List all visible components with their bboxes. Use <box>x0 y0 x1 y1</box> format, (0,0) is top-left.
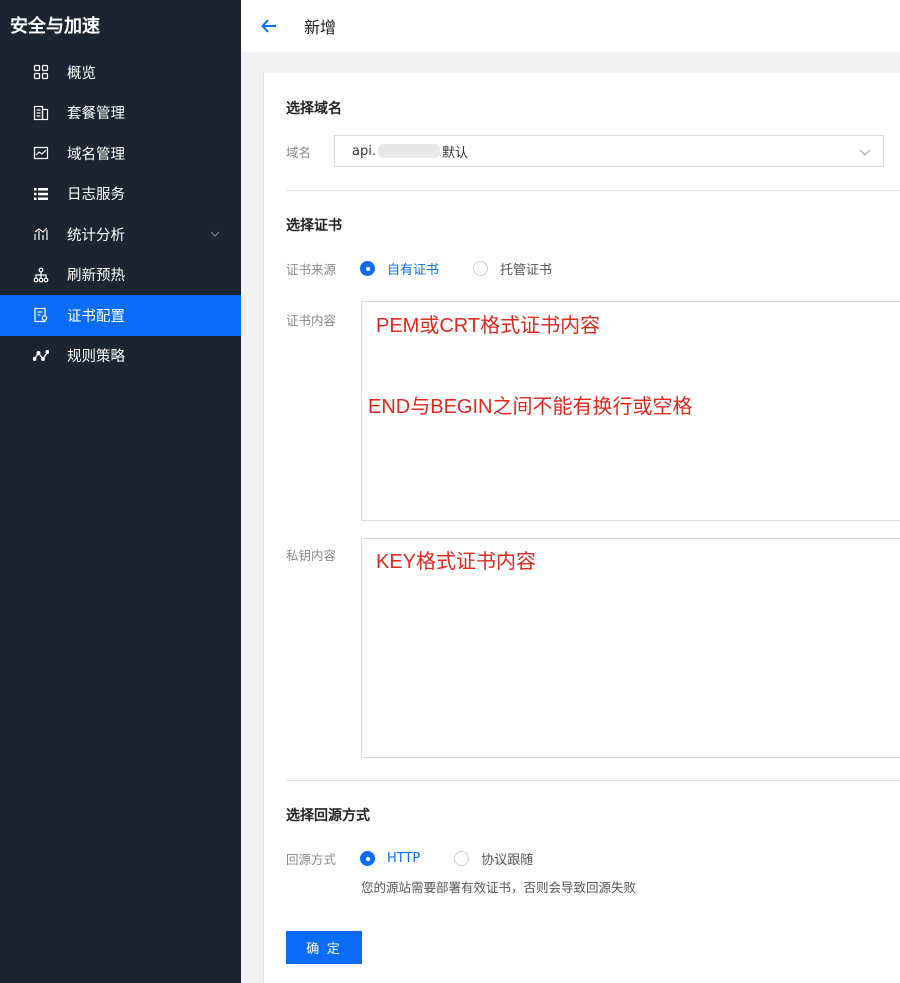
radio-label: 托管证书 <box>500 263 553 278</box>
chart-icon <box>32 225 50 243</box>
redacted-domain <box>377 144 440 158</box>
sidebar-item-label: 证书配置 <box>67 308 125 325</box>
sidebar-nav: 概览 套餐管理 域名管理 日志服务 统计分析 刷新预热 证书配置 规则策略 <box>0 52 241 376</box>
form-card: 选择域名 域名 api. 默认 选择证书 证书来源 自有证书 托管证书 证书内容… <box>263 73 900 983</box>
sidebar-item-logs[interactable]: 日志服务 <box>0 174 241 215</box>
divider <box>286 780 900 781</box>
sidebar-item-label: 套餐管理 <box>67 106 125 123</box>
sidebar-item-overview[interactable]: 概览 <box>0 52 241 93</box>
domain-select[interactable]: api. 默认 <box>334 135 884 167</box>
grid-icon <box>32 63 50 81</box>
radio-http[interactable]: HTTP <box>360 851 420 866</box>
confirm-button[interactable]: 确 定 <box>286 931 362 964</box>
radio-dot <box>360 851 375 866</box>
origin-hint: 您的源站需要部署有效证书，否则会导致回源失败 <box>361 880 637 895</box>
domain-section-title: 选择域名 <box>286 101 342 117</box>
domain-label: 域名 <box>286 145 312 160</box>
cert-source-label: 证书来源 <box>286 262 337 277</box>
sidebar-item-label: 统计分析 <box>67 227 125 244</box>
back-arrow-icon[interactable] <box>260 17 278 35</box>
hierarchy-icon <box>32 266 50 284</box>
key-content-label: 私钥内容 <box>286 548 337 563</box>
chevron-down-icon <box>859 149 871 156</box>
sidebar-item-label: 概览 <box>67 65 96 82</box>
list-icon <box>32 185 50 203</box>
sidebar: 安全与加速 概览 套餐管理 域名管理 日志服务 统计分析 刷新预热 证书配置 规… <box>0 0 241 983</box>
cert-format-annotation: END与BEGIN之间不能有换行或空格 <box>368 396 693 418</box>
cert-content-annotation: PEM或CRT格式证书内容 <box>376 315 601 337</box>
radio-label: 协议跟随 <box>481 853 534 868</box>
key-content-annotation: KEY格式证书内容 <box>376 551 537 573</box>
domain-icon <box>32 144 50 162</box>
origin-section-title: 选择回源方式 <box>286 808 370 824</box>
domain-select-prefix: api. <box>352 143 376 159</box>
sidebar-item-rules[interactable]: 规则策略 <box>0 336 241 377</box>
sidebar-item-label: 日志服务 <box>67 187 125 204</box>
cert-section-title: 选择证书 <box>286 218 342 234</box>
radio-protocol-follow[interactable]: 协议跟随 <box>454 849 533 868</box>
sidebar-item-packages[interactable]: 套餐管理 <box>0 93 241 134</box>
top-bar: 新增 <box>241 0 900 52</box>
certificate-icon <box>32 306 50 324</box>
radio-dot <box>473 261 489 276</box>
sidebar-item-refresh[interactable]: 刷新预热 <box>0 255 241 296</box>
sidebar-item-label: 规则策略 <box>67 349 125 366</box>
sidebar-item-label: 域名管理 <box>67 146 125 163</box>
radio-own-cert[interactable]: 自有证书 <box>360 259 439 278</box>
package-icon <box>32 104 50 122</box>
radio-label: HTTP <box>387 851 421 866</box>
divider <box>286 190 900 191</box>
domain-select-suffix: 默认 <box>441 145 468 161</box>
origin-method-label: 回源方式 <box>286 852 337 867</box>
chevron-down-icon <box>210 231 220 237</box>
sidebar-item-label: 刷新预热 <box>67 268 125 285</box>
page-title: 新增 <box>304 18 337 37</box>
cert-source-radio-group: 自有证书 托管证书 <box>360 259 586 278</box>
sidebar-title: 安全与加速 <box>10 16 100 37</box>
radio-dot <box>454 851 470 866</box>
cert-content-label: 证书内容 <box>286 313 337 328</box>
origin-method-radio-group: HTTP 协议跟随 <box>360 849 567 868</box>
radio-dot <box>360 261 375 276</box>
route-icon <box>32 347 50 365</box>
radio-hosted-cert[interactable]: 托管证书 <box>473 259 552 278</box>
sidebar-item-statistics[interactable]: 统计分析 <box>0 214 241 255</box>
sidebar-item-certificates[interactable]: 证书配置 <box>0 295 241 336</box>
sidebar-item-domains[interactable]: 域名管理 <box>0 133 241 174</box>
radio-label: 自有证书 <box>387 263 440 278</box>
